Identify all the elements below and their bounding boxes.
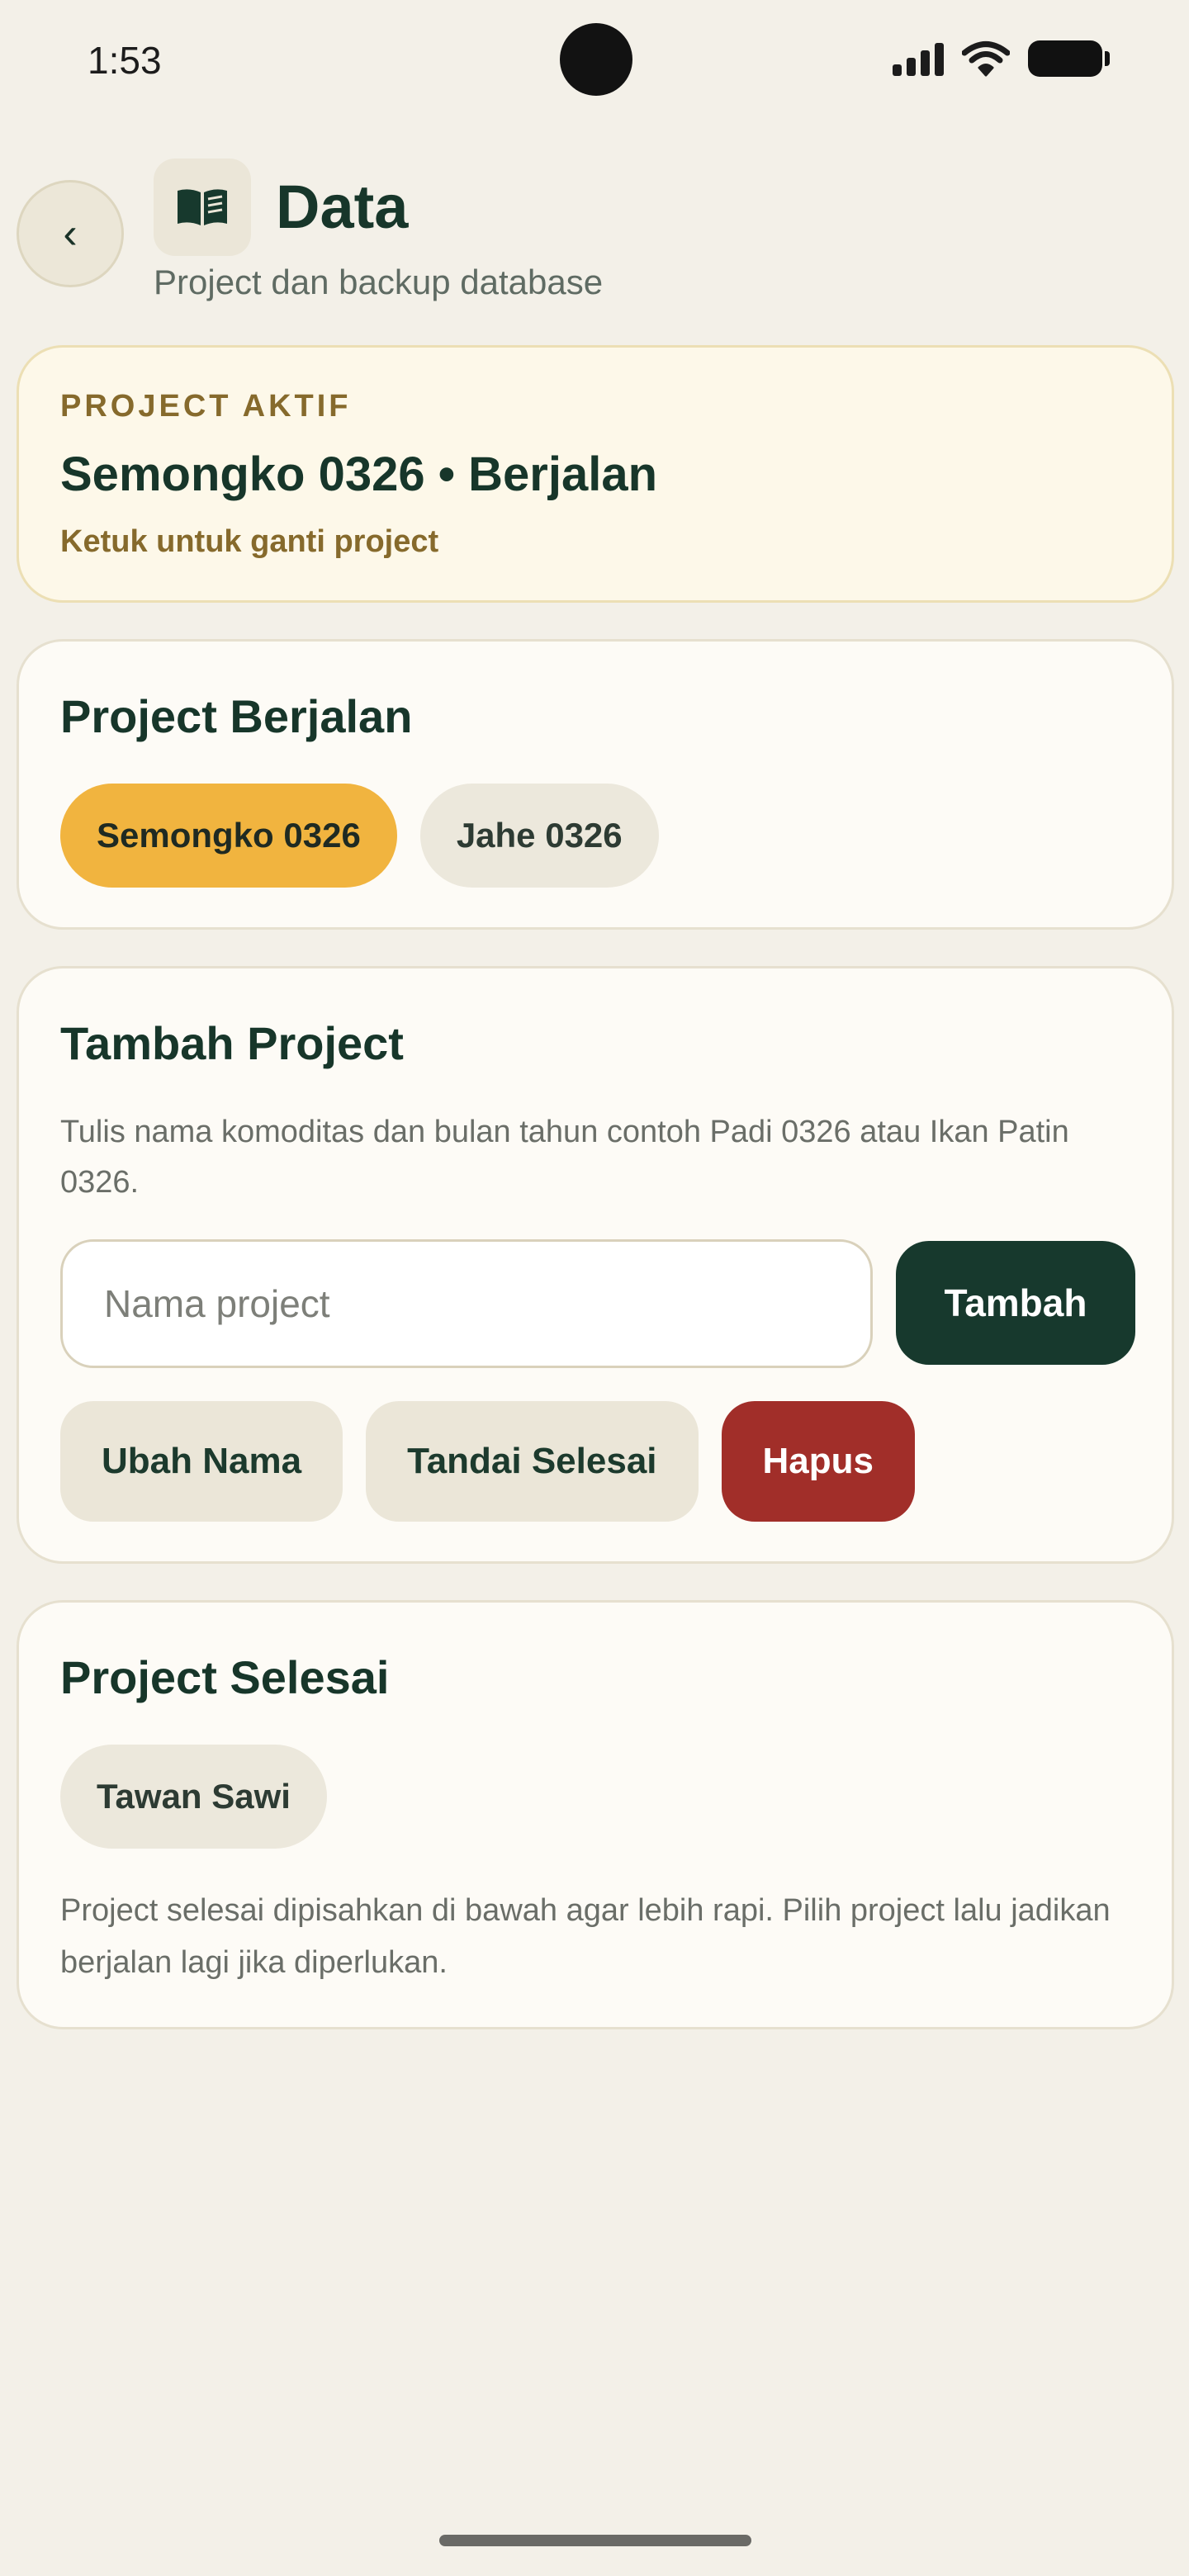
delete-button[interactable]: Hapus — [721, 1401, 915, 1522]
add-project-card: Tambah Project Tulis nama komoditas dan … — [17, 966, 1174, 1564]
done-projects-description: Project selesai dipisahkan di bawah agar… — [60, 1893, 1111, 1980]
back-button[interactable]: ‹ — [17, 180, 124, 287]
done-projects-card: Project Selesai Tawan Sawi Project seles… — [17, 1600, 1174, 2029]
page-subtitle: Project dan backup database — [154, 263, 604, 301]
camera-cutout — [560, 23, 632, 96]
add-project-title: Tambah Project — [60, 1017, 404, 1069]
back-chevron-icon: ‹ — [63, 210, 78, 258]
status-time: 1:53 — [88, 39, 162, 82]
mark-done-button[interactable]: Tandai Selesai — [366, 1401, 699, 1522]
done-projects-list: Tawan Sawi — [60, 1745, 327, 1849]
project-chip-tawan-sawi[interactable]: Tawan Sawi — [60, 1745, 327, 1849]
active-project-label: PROJECT AKTIF — [60, 389, 352, 424]
add-project-button[interactable]: Tambah — [896, 1241, 1135, 1365]
running-projects-card: Project Berjalan Semongko 0326 Jahe 0326 — [17, 639, 1174, 930]
running-projects-title: Project Berjalan — [60, 690, 413, 742]
running-projects-list: Semongko 0326 Jahe 0326 — [60, 784, 659, 888]
home-indicator[interactable] — [439, 2535, 751, 2546]
add-project-description: Tulis nama komoditas dan bulan tahun con… — [60, 1115, 1069, 1200]
project-name-input[interactable] — [60, 1239, 873, 1368]
wifi-icon — [962, 41, 1010, 77]
status-icons — [893, 38, 1110, 79]
battery-icon — [1028, 40, 1110, 77]
project-actions: Ubah Nama Tandai Selesai Hapus — [60, 1401, 915, 1522]
done-projects-title: Project Selesai — [60, 1651, 390, 1703]
active-project-card[interactable]: PROJECT AKTIF Semongko 0326 • Berjalan K… — [17, 345, 1174, 603]
page-title: Data — [276, 173, 409, 241]
project-chip-semongko[interactable]: Semongko 0326 — [60, 784, 397, 888]
active-project-hint: Ketuk untuk ganti project — [60, 524, 439, 559]
active-project-name: Semongko 0326 • Berjalan — [60, 447, 658, 501]
book-icon — [154, 159, 251, 256]
rename-button[interactable]: Ubah Nama — [60, 1401, 343, 1522]
status-bar: 1:53 — [0, 0, 1189, 124]
signal-icon — [893, 41, 944, 76]
project-chip-jahe[interactable]: Jahe 0326 — [419, 784, 659, 888]
